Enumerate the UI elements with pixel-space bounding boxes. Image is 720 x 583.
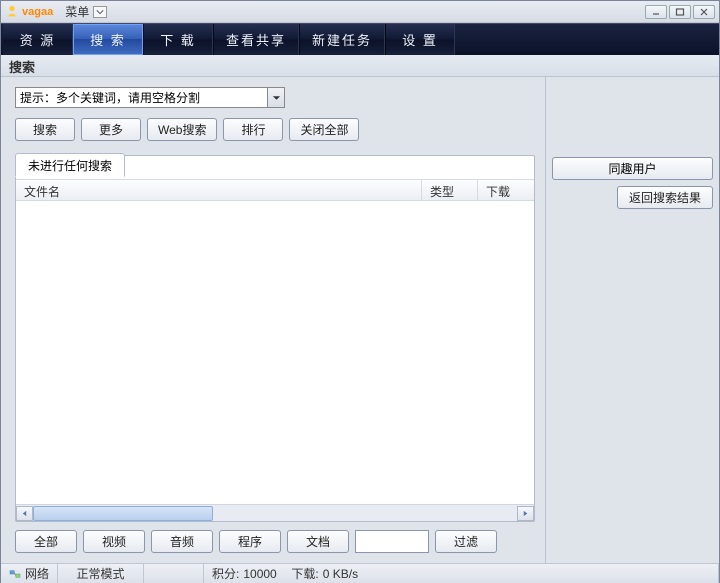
maximize-icon [675,8,685,16]
filter-input[interactable] [355,530,429,553]
status-network-label: 网络 [25,565,49,582]
same-interest-users-button[interactable]: 同趣用户 [552,157,713,180]
nav-tab-download[interactable]: 下 载 [143,24,213,55]
column-filename[interactable]: 文件名 [16,180,422,200]
nav-tab-view-share[interactable]: 查看共享 [213,24,299,55]
nav-tab-new-task[interactable]: 新建任务 [299,24,385,55]
chevron-down-icon [96,9,104,15]
menu-dropdown-button[interactable] [93,6,107,18]
results-body [16,201,534,504]
search-button[interactable]: 搜索 [15,118,75,141]
window-controls [645,5,715,19]
status-bar: 网络 正常模式 积分: 10000 下载: 0 KB/s [1,563,719,583]
minimize-button[interactable] [645,5,667,19]
close-icon [699,8,709,16]
filter-video-button[interactable]: 视频 [83,530,145,553]
rank-button[interactable]: 排行 [223,118,283,141]
page-title: 搜索 [1,55,719,77]
filter-audio-button[interactable]: 音频 [151,530,213,553]
status-network: 网络 [1,564,58,583]
chevron-down-icon [272,95,281,101]
status-stats: 积分: 10000 下载: 0 KB/s [204,564,719,583]
right-top-spacer [545,77,719,151]
web-search-button[interactable]: Web搜索 [147,118,217,141]
maximize-button[interactable] [669,5,691,19]
nav-tab-search[interactable]: 搜 索 [73,24,143,55]
nav-tab-resources[interactable]: 资 源 [3,24,73,55]
filter-all-button[interactable]: 全部 [15,530,77,553]
filter-program-button[interactable]: 程序 [219,530,281,553]
close-all-button[interactable]: 关闭全部 [289,118,359,141]
status-mode[interactable]: 正常模式 [58,564,144,583]
search-input[interactable] [16,88,267,107]
search-combobox [15,87,285,108]
status-spacer [144,564,204,583]
results-header: 文件名 类型 下载 [16,179,534,201]
column-type[interactable]: 类型 [422,180,478,200]
horizontal-scrollbar[interactable] [16,504,534,521]
status-score-value: 10000 [243,567,276,581]
app-logo-icon [5,5,19,19]
minimize-icon [651,8,661,16]
status-score-label: 积分: [212,565,239,582]
column-download[interactable]: 下载 [478,180,534,200]
filter-apply-button[interactable]: 过滤 [435,530,497,553]
network-icon [9,569,21,579]
search-dropdown-button[interactable] [267,88,284,107]
more-button[interactable]: 更多 [81,118,141,141]
results-panel: 未进行任何搜索 文件名 类型 下载 [15,155,535,522]
scroll-right-button[interactable] [517,506,534,521]
scrollbar-thumb[interactable] [33,506,213,521]
title-bar: vagaa 菜单 [1,1,719,23]
scrollbar-track[interactable] [33,506,517,521]
nav-tab-settings[interactable]: 设 置 [385,24,455,55]
menu-label: 菜单 [65,3,89,20]
app-name: vagaa [22,6,53,18]
scroll-left-button[interactable] [16,506,33,521]
filter-document-button[interactable]: 文档 [287,530,349,553]
chevron-left-icon [21,510,28,517]
back-to-results-button[interactable]: 返回搜索结果 [617,186,713,209]
status-download-label: 下载: [291,565,318,582]
results-tab[interactable]: 未进行任何搜索 [15,153,125,177]
close-button[interactable] [693,5,715,19]
chevron-right-icon [522,510,529,517]
status-download-value: 0 KB/s [323,567,358,581]
right-panel: 同趣用户 返回搜索结果 [545,151,719,563]
main-nav: 资 源 搜 索 下 载 查看共享 新建任务 设 置 [1,23,719,55]
